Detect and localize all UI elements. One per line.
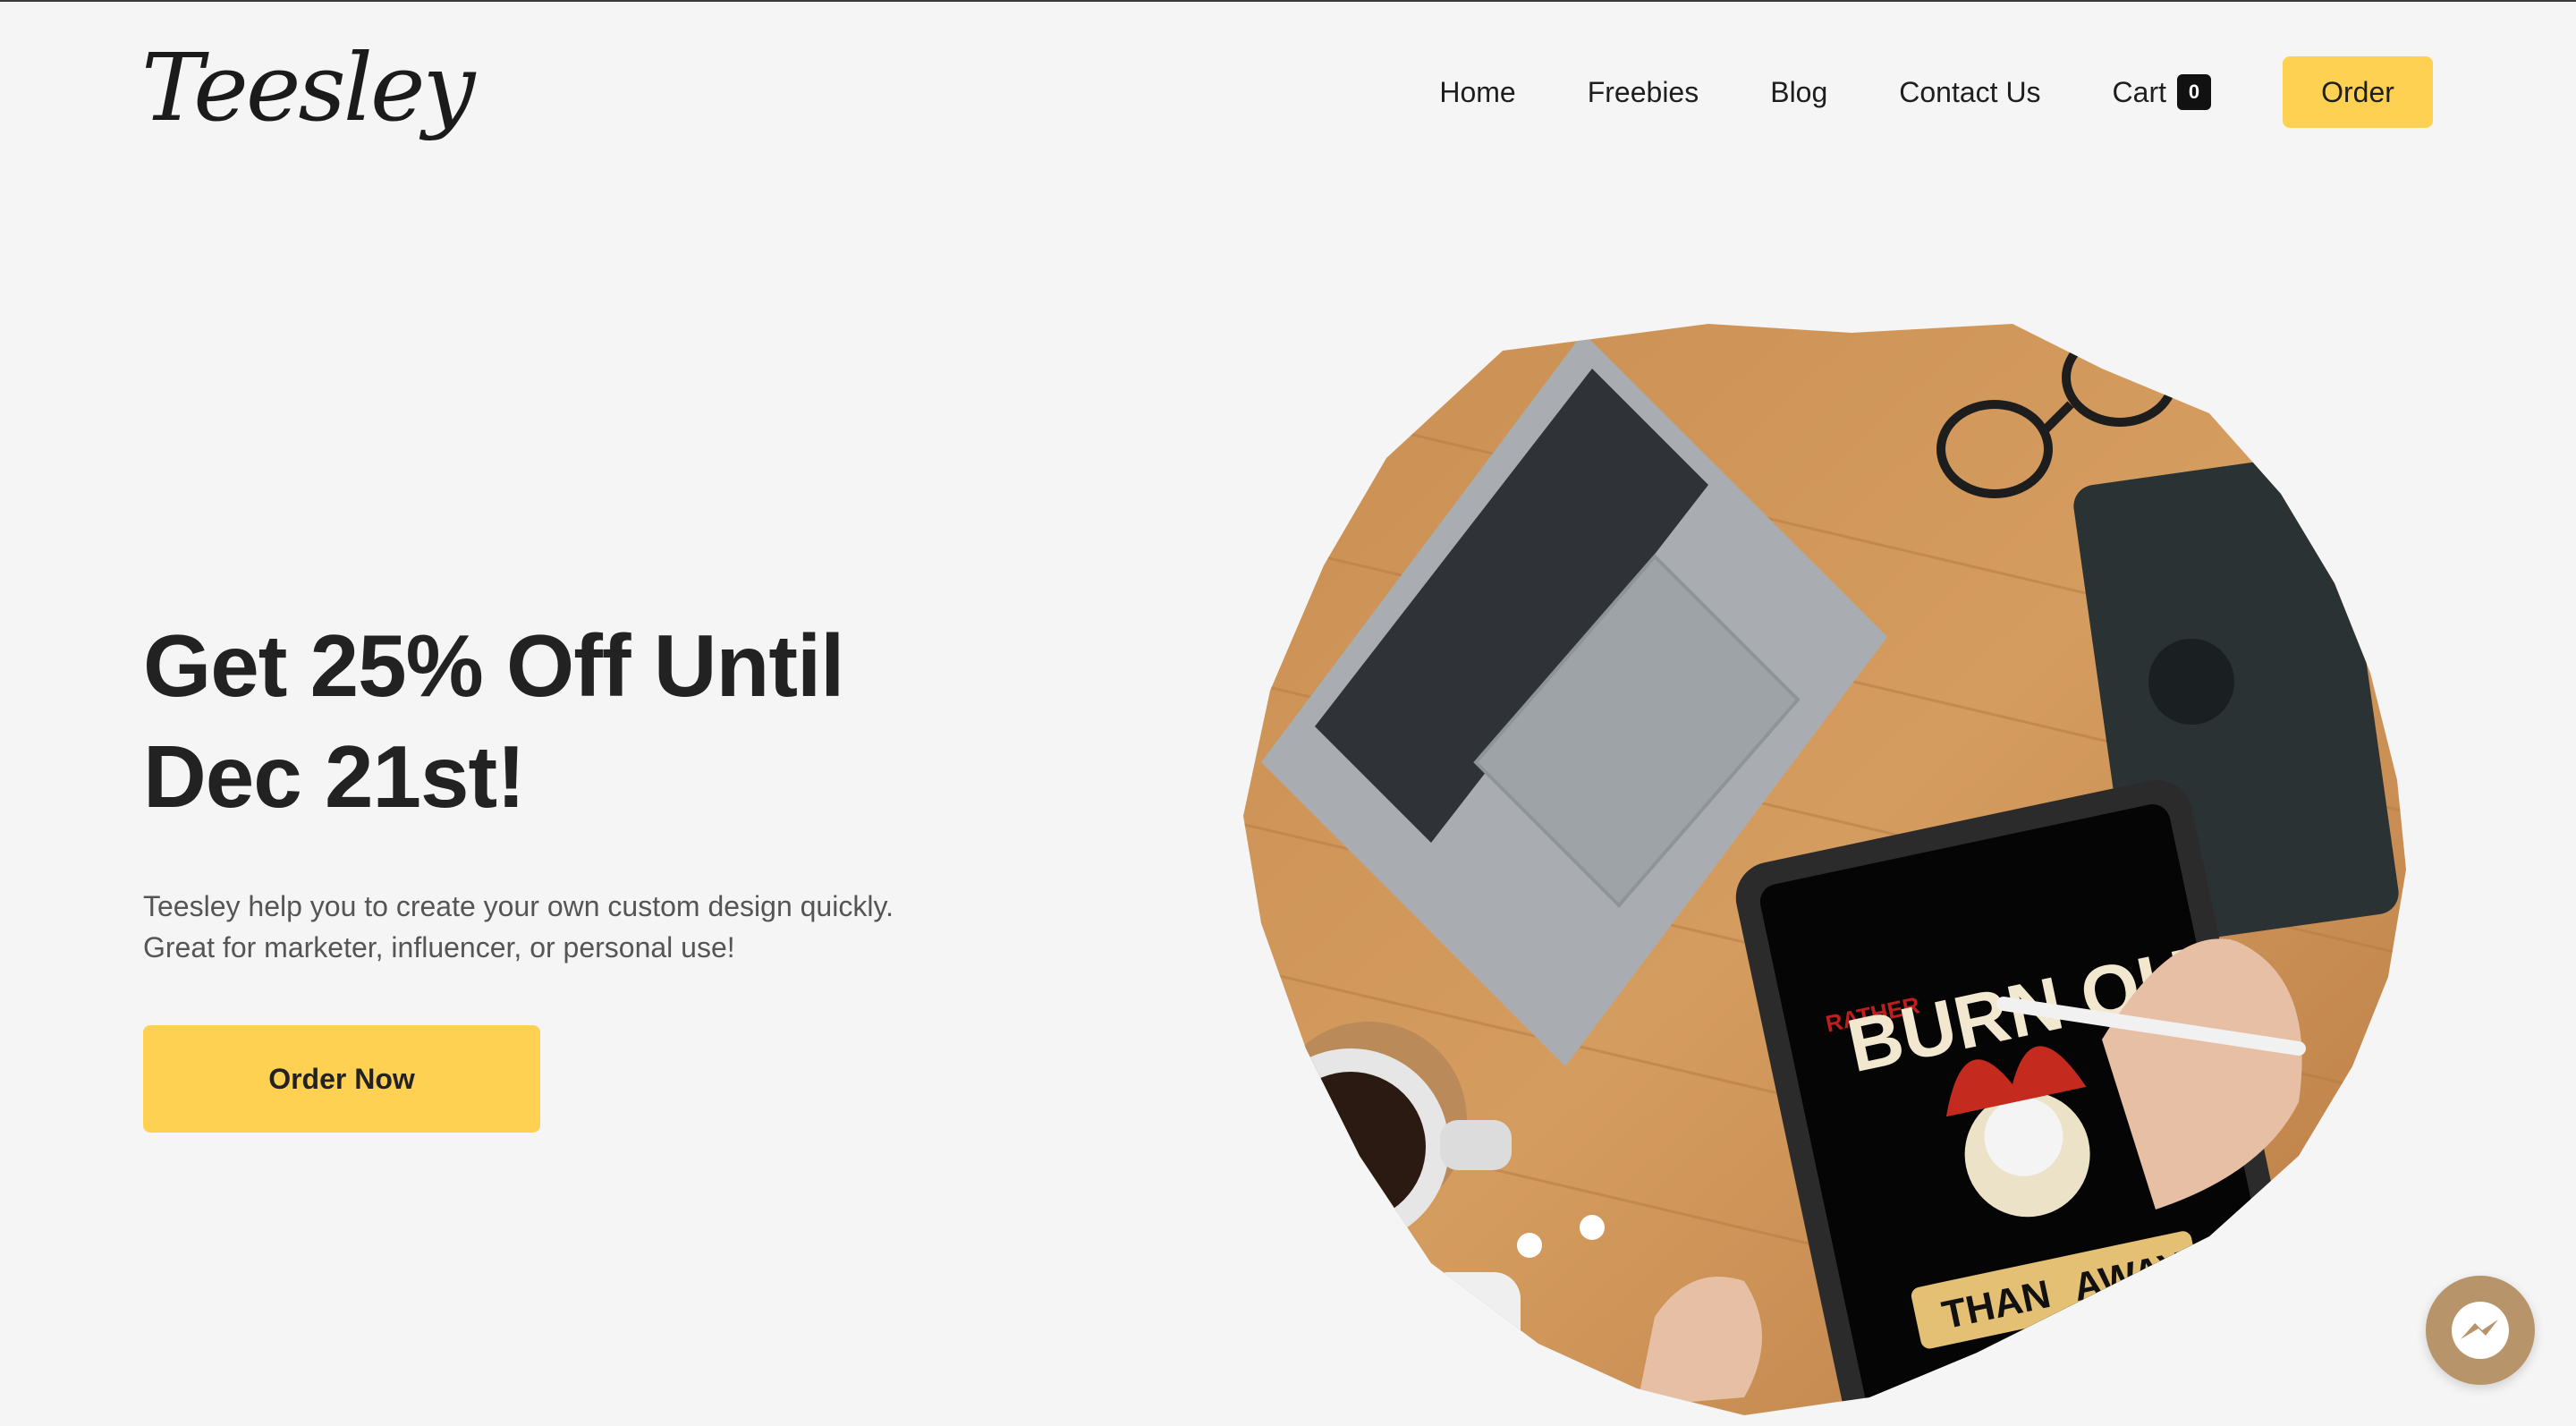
hero-subtitle-line-2: Great for marketer, influencer, or perso…	[143, 931, 735, 963]
order-now-button[interactable]: Order Now	[143, 1025, 540, 1133]
hero-title-line-1: Get 25% Off Until	[143, 616, 844, 715]
nav-home[interactable]: Home	[1439, 76, 1515, 109]
hero-title-line-2: Dec 21st!	[143, 727, 526, 826]
hero-title: Get 25% Off Until Dec 21st!	[143, 610, 1038, 832]
nav-blog[interactable]: Blog	[1770, 76, 1827, 109]
hero-subtitle: Teesley help you to create your own cust…	[143, 886, 1038, 968]
nav-freebies[interactable]: Freebies	[1588, 76, 1699, 109]
messenger-chat-button[interactable]	[2426, 1276, 2535, 1385]
cart-count-badge: 0	[2177, 74, 2211, 110]
nav-cart[interactable]: Cart 0	[2113, 74, 2211, 110]
brand-logo[interactable]: Teesley	[141, 41, 475, 134]
hero-subtitle-line-1: Teesley help you to create your own cust…	[143, 890, 894, 922]
hero-desk-image: RATHER BURN OUT THAN AWAY FADE	[1208, 297, 2424, 1426]
main-nav: Home Freebies Blog Contact Us Cart 0 Ord…	[1368, 55, 2433, 129]
messenger-icon	[2452, 1302, 2509, 1359]
site-header: Teesley Home Freebies Blog Contact Us Ca…	[0, 2, 2576, 181]
order-button[interactable]: Order	[2283, 56, 2433, 128]
cart-label: Cart	[2112, 75, 2166, 108]
nav-contact-us[interactable]: Contact Us	[1899, 76, 2040, 109]
desk-illustration: RATHER BURN OUT THAN AWAY FADE	[1243, 324, 2406, 1415]
